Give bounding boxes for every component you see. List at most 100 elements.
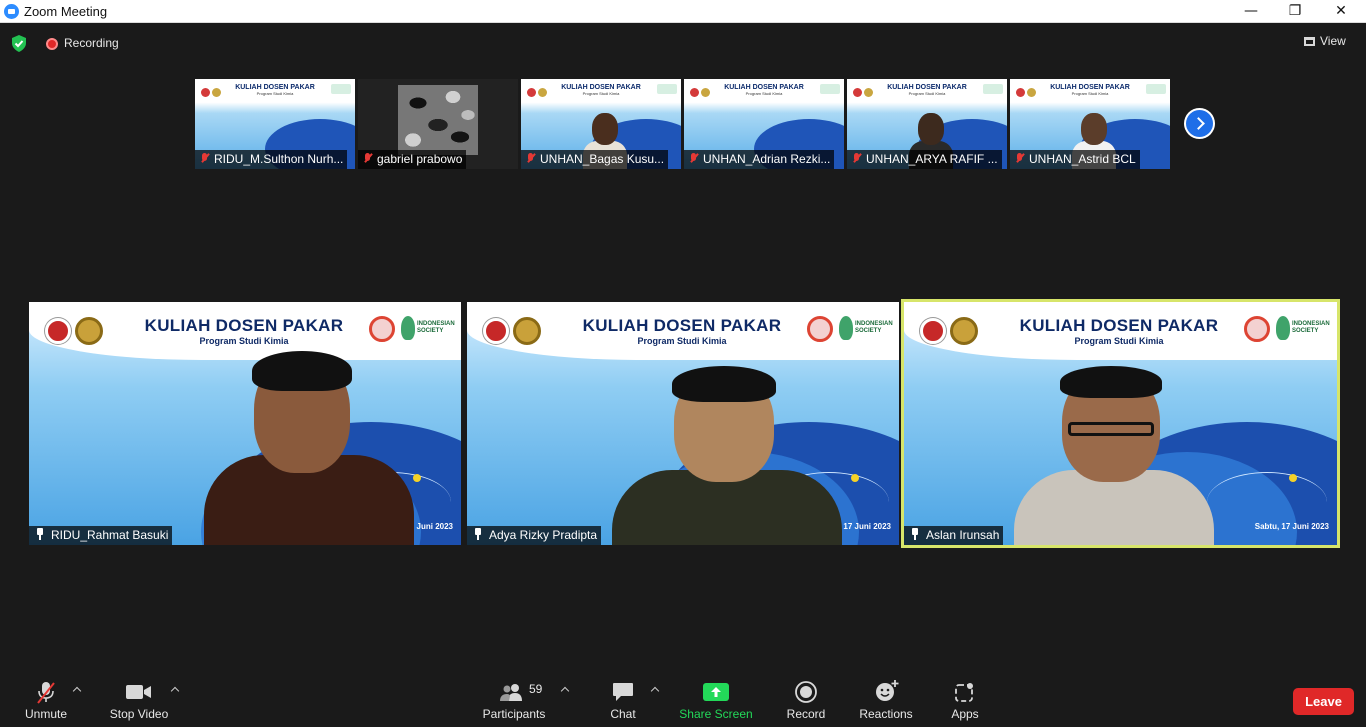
reactions-button[interactable]: Reactions <box>856 669 916 727</box>
active-speaker-tile[interactable]: KULIAH DOSEN PAKAR Program Studi Kimia IND… <box>901 299 1340 548</box>
university-logo <box>483 318 509 344</box>
participant-tile[interactable]: KULIAH DOSEN PAKAR Program Studi Kimia IND… <box>467 302 899 545</box>
society-logo: INDONESIAN SOCIETY <box>839 316 893 344</box>
participant-name-label: RIDU_M.Sulthon Nurh... <box>195 150 348 169</box>
participant-name-label: UNHAN_Astrid BCL <box>1010 150 1140 169</box>
slide-heading: KULIAH DOSEN PAKAR Program Studi Kimia <box>1050 84 1130 96</box>
partner-logo <box>807 316 833 342</box>
video-options-caret[interactable] <box>171 685 180 694</box>
audio-options-caret[interactable] <box>73 685 82 694</box>
leave-button[interactable]: Leave <box>1293 688 1354 715</box>
apps-button[interactable]: Apps <box>942 669 988 727</box>
mic-muted-icon <box>690 153 698 164</box>
mic-muted-icon <box>364 153 372 164</box>
participants-options-caret[interactable] <box>561 685 570 694</box>
banner-subheading: Program Studi Kimia <box>637 336 727 346</box>
banner-heading: KULIAH DOSEN PAKAR <box>1019 316 1219 335</box>
participant-thumbnail[interactable]: gabriel prabowo <box>358 79 518 169</box>
society-logo: INDONESIAN SOCIETY <box>401 316 455 344</box>
pin-icon <box>473 528 483 540</box>
participants-icon <box>500 684 522 701</box>
recording-status[interactable]: Recording <box>64 36 119 50</box>
university-logo <box>45 318 71 344</box>
pin-icon <box>910 528 920 540</box>
slide-heading: KULIAH DOSEN PAKAR Program Studi Kimia <box>724 84 804 96</box>
society-logo: INDONESIAN SOCIETY <box>1276 316 1330 344</box>
partner-logo <box>1244 316 1270 342</box>
participant-name-label: Adya Rizky Pradipta <box>467 526 602 545</box>
chevron-right-icon[interactable] <box>1184 108 1215 139</box>
faculty-logo <box>75 317 103 345</box>
maximize-button[interactable]: ❐ <box>1272 0 1318 22</box>
unmute-label: Unmute <box>24 707 68 721</box>
participant-video <box>612 366 842 545</box>
participant-name-label: gabriel prabowo <box>358 150 467 169</box>
minimize-button[interactable]: — <box>1228 0 1274 22</box>
faculty-logo <box>513 317 541 345</box>
chat-label: Chat <box>610 707 636 721</box>
pin-icon <box>35 528 45 540</box>
chat-button[interactable]: Chat <box>598 669 648 727</box>
shield-check-icon[interactable] <box>11 35 27 52</box>
university-logo <box>920 318 946 344</box>
faculty-logo <box>950 317 978 345</box>
share-screen-icon <box>703 683 729 701</box>
participant-name-label: UNHAN_Bagas Kusu... <box>521 150 669 169</box>
participants-label: Participants <box>482 707 546 721</box>
participant-thumbnail[interactable]: KULIAH DOSEN PAKAR Program Studi Kimia UNH… <box>521 79 681 169</box>
participant-thumbnail[interactable]: KULIAH DOSEN PAKAR Program Studi Kimia UNH… <box>1010 79 1170 169</box>
slide-heading: KULIAH DOSEN PAKAR Program Studi Kimia <box>235 84 315 96</box>
reactions-label: Reactions <box>859 707 913 721</box>
window-title: Zoom Meeting <box>24 4 108 19</box>
mic-muted-icon <box>201 153 209 164</box>
slide-heading: KULIAH DOSEN PAKAR Program Studi Kimia <box>561 84 641 96</box>
smiley-icon <box>876 680 899 701</box>
background-dot <box>1289 474 1297 482</box>
record-label: Record <box>786 707 826 721</box>
banner-subheading: Program Studi Kimia <box>199 336 289 346</box>
zoom-meeting-window: Zoom Meeting — ❐ ✕ Recording View KULIAH… <box>0 0 1366 727</box>
participant-video <box>1014 366 1214 545</box>
banner-heading: KULIAH DOSEN PAKAR <box>144 316 344 335</box>
stop-video-button[interactable]: Stop Video <box>104 669 174 727</box>
background-dot <box>413 474 421 482</box>
close-button[interactable]: ✕ <box>1318 0 1364 22</box>
video-camera-icon <box>126 685 151 699</box>
participant-thumbnail[interactable]: KULIAH DOSEN PAKAR Program Studi Kimia UNH… <box>847 79 1007 169</box>
stop-video-label: Stop Video <box>109 707 169 721</box>
mic-muted-icon <box>37 682 55 704</box>
record-icon <box>795 681 817 703</box>
partner-logo <box>369 316 395 342</box>
event-date: Sabtu, 17 Juni 2023 <box>1254 522 1329 531</box>
participants-button[interactable]: 59 Participants <box>478 669 550 727</box>
background-dot <box>851 474 859 482</box>
grid-icon <box>1304 37 1315 46</box>
meeting-toolbar: Unmute Stop Video 59 Participants Chat S… <box>0 669 1366 727</box>
apps-icon <box>955 683 973 702</box>
unmute-button[interactable]: Unmute <box>14 669 78 727</box>
record-button[interactable]: Record <box>780 669 832 727</box>
zoom-logo-icon <box>4 4 19 19</box>
chat-bubble-icon <box>613 683 633 701</box>
participant-tile[interactable]: KULIAH DOSEN PAKAR Program Studi Kimia IND… <box>29 302 461 545</box>
view-button[interactable]: View <box>1304 34 1346 52</box>
record-dot-icon <box>46 38 58 50</box>
chat-options-caret[interactable] <box>651 685 660 694</box>
share-screen-label: Share Screen <box>679 707 753 721</box>
banner-heading: KULIAH DOSEN PAKAR <box>582 316 782 335</box>
mic-muted-icon <box>853 153 861 164</box>
banner-subheading: Program Studi Kimia <box>1074 336 1164 346</box>
mic-muted-icon <box>527 153 535 164</box>
participant-name-label: UNHAN_ARYA RAFIF ... <box>847 150 1002 169</box>
participant-name-label: Aslan Irunsah <box>904 526 1004 545</box>
share-screen-button[interactable]: Share Screen <box>678 669 754 727</box>
participant-thumbnail[interactable]: KULIAH DOSEN PAKAR Program Studi Kimia UNH… <box>684 79 844 169</box>
slide-heading: KULIAH DOSEN PAKAR Program Studi Kimia <box>887 84 967 96</box>
mic-muted-icon <box>1016 153 1024 164</box>
view-label: View <box>1320 34 1346 48</box>
participants-count: 59 <box>529 682 543 696</box>
participant-name-label: RIDU_Rahmat Basuki <box>29 526 173 545</box>
participant-name-label: UNHAN_Adrian Rezki... <box>684 150 835 169</box>
participant-thumbnail[interactable]: KULIAH DOSEN PAKAR Program Studi Kimia RID… <box>195 79 355 169</box>
participant-video <box>204 351 414 545</box>
